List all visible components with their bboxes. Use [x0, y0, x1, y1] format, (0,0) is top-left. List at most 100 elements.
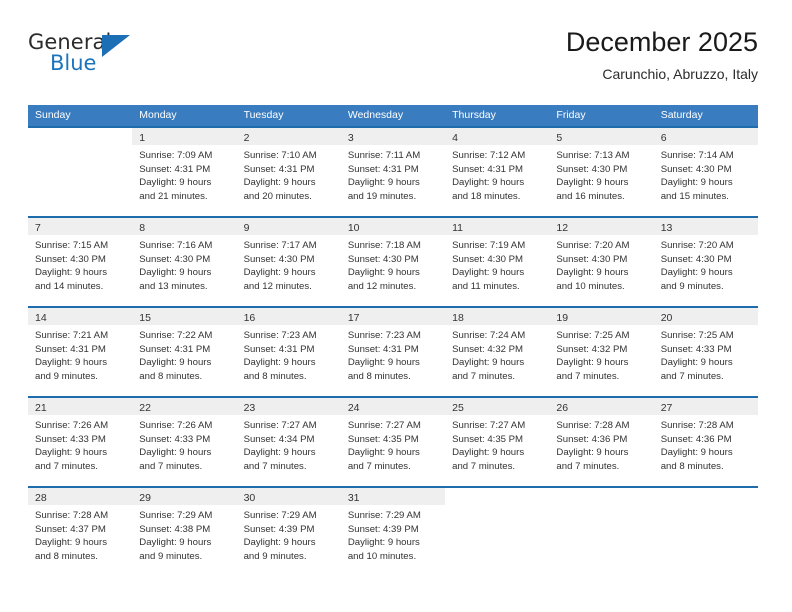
- day-cell-5[interactable]: 5 Sunrise: 7:13 AM Sunset: 4:30 PM Daylight…: [549, 128, 654, 216]
- day-cell-21[interactable]: 21 Sunrise: 7:26 AM Sunset: 4:33 PM Dayligh…: [28, 398, 133, 486]
- sunset-text: Sunset: 4:31 PM: [139, 343, 211, 355]
- day-number-band: 14: [28, 308, 133, 325]
- sunset-text: Sunset: 4:35 PM: [452, 433, 524, 445]
- day-cell-15[interactable]: 15 Sunrise: 7:22 AM Sunset: 4:31 PM Dayligh…: [132, 308, 237, 396]
- daylight-text-line2: and 11 minutes.: [452, 280, 520, 292]
- sunset-text: Sunset: 4:33 PM: [35, 433, 106, 445]
- day-details: Sunrise: 7:28 AM Sunset: 4:36 PM Daylight:…: [549, 415, 653, 473]
- sunset-text: Sunset: 4:31 PM: [35, 343, 106, 355]
- sunrise-text: Sunrise: 7:27 AM: [452, 420, 526, 431]
- sunrise-text: Sunrise: 7:20 AM: [660, 240, 734, 251]
- day-cell-23[interactable]: 23 Sunrise: 7:27 AM Sunset: 4:34 PM Dayligh…: [236, 398, 341, 486]
- day-number-band: 1: [132, 128, 237, 145]
- sunrise-text: Sunrise: 7:25 AM: [660, 330, 734, 341]
- sunrise-text: Sunrise: 7:16 AM: [139, 240, 213, 251]
- day-details: [549, 505, 653, 509]
- sunrise-text: Sunrise: 7:27 AM: [243, 420, 317, 431]
- daylight-text-line1: Daylight: 9 hours: [243, 537, 316, 549]
- day-cell-16[interactable]: 16 Sunrise: 7:23 AM Sunset: 4:31 PM Dayligh…: [236, 308, 341, 396]
- day-cell-20[interactable]: 20 Sunrise: 7:25 AM Sunset: 4:33 PM Dayligh…: [653, 308, 758, 396]
- day-cell-31[interactable]: 31 Sunrise: 7:29 AM Sunset: 4:39 PM Dayligh…: [340, 488, 446, 576]
- day-details: Sunrise: 7:11 AM Sunset: 4:31 PM Daylight:…: [341, 145, 445, 203]
- day-number-band: 15: [132, 308, 237, 325]
- day-details: [654, 505, 758, 509]
- day-number-band: 20: [653, 308, 758, 325]
- day-cell-13[interactable]: 13 Sunrise: 7:20 AM Sunset: 4:30 PM Dayligh…: [653, 218, 758, 306]
- daylight-text-line1: Daylight: 9 hours: [660, 177, 733, 189]
- day-cell-26[interactable]: 26 Sunrise: 7:28 AM Sunset: 4:36 PM Dayligh…: [549, 398, 654, 486]
- day-details: Sunrise: 7:20 AM Sunset: 4:30 PM Daylight:…: [549, 235, 653, 293]
- day-cell-28[interactable]: 28 Sunrise: 7:28 AM Sunset: 4:37 PM Dayligh…: [28, 488, 133, 576]
- weekday-header-row: Sunday Monday Tuesday Wednesday Thursday Frid…: [28, 105, 758, 126]
- day-cell-empty: [549, 488, 653, 576]
- day-cell-24[interactable]: 24 Sunrise: 7:27 AM Sunset: 4:35 PM Dayligh…: [340, 398, 446, 486]
- day-cell-29[interactable]: 29 Sunrise: 7:29 AM Sunset: 4:38 PM Dayligh…: [132, 488, 237, 576]
- day-cell-12[interactable]: 12 Sunrise: 7:20 AM Sunset: 4:30 PM Dayligh…: [549, 218, 654, 306]
- day-details: Sunrise: 7:15 AM Sunset: 4:30 PM Daylight:…: [28, 235, 132, 293]
- title-block: December 2025 Carunchio, Abruzzo, Italy: [566, 26, 758, 84]
- daylight-text-line1: Daylight: 9 hours: [347, 447, 420, 459]
- sunrise-text: Sunrise: 7:18 AM: [347, 240, 421, 251]
- day-cell-8[interactable]: 8 Sunrise: 7:16 AM Sunset: 4:30 PM Daylight…: [132, 218, 237, 306]
- day-number: 20: [660, 312, 673, 324]
- day-number: 4: [452, 132, 458, 144]
- day-number: 25: [452, 402, 464, 414]
- day-number: 24: [347, 402, 360, 414]
- week-cells: 14 Sunrise: 7:21 AM Sunset: 4:31 PM Dayligh…: [28, 308, 758, 396]
- daylight-text-line1: Daylight: 9 hours: [35, 357, 107, 369]
- day-cell-3[interactable]: 3 Sunrise: 7:11 AM Sunset: 4:31 PM Daylight…: [340, 128, 446, 216]
- daylight-text-line1: Daylight: 9 hours: [243, 267, 316, 279]
- week-cells: 21 Sunrise: 7:26 AM Sunset: 4:33 PM Dayligh…: [28, 398, 758, 486]
- sunrise-text: Sunrise: 7:11 AM: [347, 150, 421, 161]
- day-cell-11[interactable]: 11 Sunrise: 7:19 AM Sunset: 4:30 PM Dayligh…: [445, 218, 550, 306]
- sunrise-text: Sunrise: 7:15 AM: [35, 240, 109, 251]
- sunset-text: Sunset: 4:36 PM: [660, 433, 732, 445]
- day-cell-25[interactable]: 25 Sunrise: 7:27 AM Sunset: 4:35 PM Dayligh…: [445, 398, 550, 486]
- sunset-text: Sunset: 4:36 PM: [556, 433, 628, 445]
- daylight-text-line2: and 15 minutes.: [660, 190, 729, 202]
- sunset-text: Sunset: 4:31 PM: [243, 343, 315, 355]
- sunset-text: Sunset: 4:39 PM: [243, 523, 315, 535]
- day-cell-22[interactable]: 22 Sunrise: 7:26 AM Sunset: 4:33 PM Dayligh…: [132, 398, 237, 486]
- day-number-band: 13: [653, 218, 758, 235]
- day-cell-1[interactable]: 1 Sunrise: 7:09 AM Sunset: 4:31 PM Daylight…: [132, 128, 237, 216]
- daylight-text-line1: Daylight: 9 hours: [347, 177, 420, 189]
- day-cell-7[interactable]: 7 Sunrise: 7:15 AM Sunset: 4:30 PM Daylight…: [28, 218, 133, 306]
- day-cell-10[interactable]: 10 Sunrise: 7:18 AM Sunset: 4:30 PM Dayligh…: [340, 218, 446, 306]
- day-number-band: [549, 488, 653, 505]
- day-details: Sunrise: 7:23 AM Sunset: 4:31 PM Daylight:…: [341, 325, 445, 383]
- day-cell-18[interactable]: 18 Sunrise: 7:24 AM Sunset: 4:32 PM Dayligh…: [445, 308, 550, 396]
- calendar-week-row: 7 Sunrise: 7:15 AM Sunset: 4:30 PM Daylight…: [28, 216, 758, 306]
- day-cell-6[interactable]: 6 Sunrise: 7:14 AM Sunset: 4:30 PM Daylight…: [653, 128, 758, 216]
- sunrise-text: Sunrise: 7:13 AM: [556, 150, 630, 161]
- day-details: [445, 505, 549, 509]
- day-number: 1: [139, 132, 146, 144]
- daylight-text-line1: Daylight: 9 hours: [139, 537, 212, 549]
- day-cell-27[interactable]: 27 Sunrise: 7:28 AM Sunset: 4:36 PM Dayligh…: [653, 398, 758, 486]
- day-details: [28, 145, 132, 149]
- day-number: 17: [347, 312, 360, 324]
- weekday-header-monday: Monday: [139, 109, 177, 121]
- daylight-text-line2: and 21 minutes.: [139, 190, 208, 202]
- calendar-weeks: 1 Sunrise: 7:09 AM Sunset: 4:31 PM Daylight…: [28, 126, 758, 576]
- calendar-week-row: 14 Sunrise: 7:21 AM Sunset: 4:31 PM Dayligh…: [28, 306, 758, 396]
- day-cell-9[interactable]: 9 Sunrise: 7:17 AM Sunset: 4:30 PM Daylight…: [236, 218, 341, 306]
- day-cell-17[interactable]: 17 Sunrise: 7:23 AM Sunset: 4:31 PM Dayligh…: [340, 308, 446, 396]
- day-cell-2[interactable]: 2 Sunrise: 7:10 AM Sunset: 4:31 PM Daylight…: [236, 128, 341, 216]
- day-number-band: 30: [236, 488, 341, 505]
- sunrise-text: Sunrise: 7:21 AM: [35, 330, 109, 341]
- day-cell-30[interactable]: 30 Sunrise: 7:29 AM Sunset: 4:39 PM Dayligh…: [236, 488, 341, 576]
- sunset-text: Sunset: 4:33 PM: [660, 343, 732, 355]
- day-number-band: 5: [549, 128, 654, 145]
- sunrise-text: Sunrise: 7:26 AM: [139, 420, 213, 431]
- day-cell-19[interactable]: 19 Sunrise: 7:25 AM Sunset: 4:32 PM Dayligh…: [549, 308, 654, 396]
- day-cell-4[interactable]: 4 Sunrise: 7:12 AM Sunset: 4:31 PM Daylight…: [445, 128, 550, 216]
- day-cell-14[interactable]: 14 Sunrise: 7:21 AM Sunset: 4:31 PM Dayligh…: [28, 308, 133, 396]
- general-blue-logo[interactable]: General Blue: [28, 30, 148, 86]
- day-details: Sunrise: 7:27 AM Sunset: 4:35 PM Daylight:…: [445, 415, 549, 473]
- sunset-text: Sunset: 4:35 PM: [347, 433, 419, 445]
- day-number-band: 21: [28, 398, 133, 415]
- sunset-text: Sunset: 4:31 PM: [452, 163, 524, 175]
- daylight-text-line2: and 9 minutes.: [139, 550, 203, 562]
- sunset-text: Sunset: 4:30 PM: [556, 253, 628, 265]
